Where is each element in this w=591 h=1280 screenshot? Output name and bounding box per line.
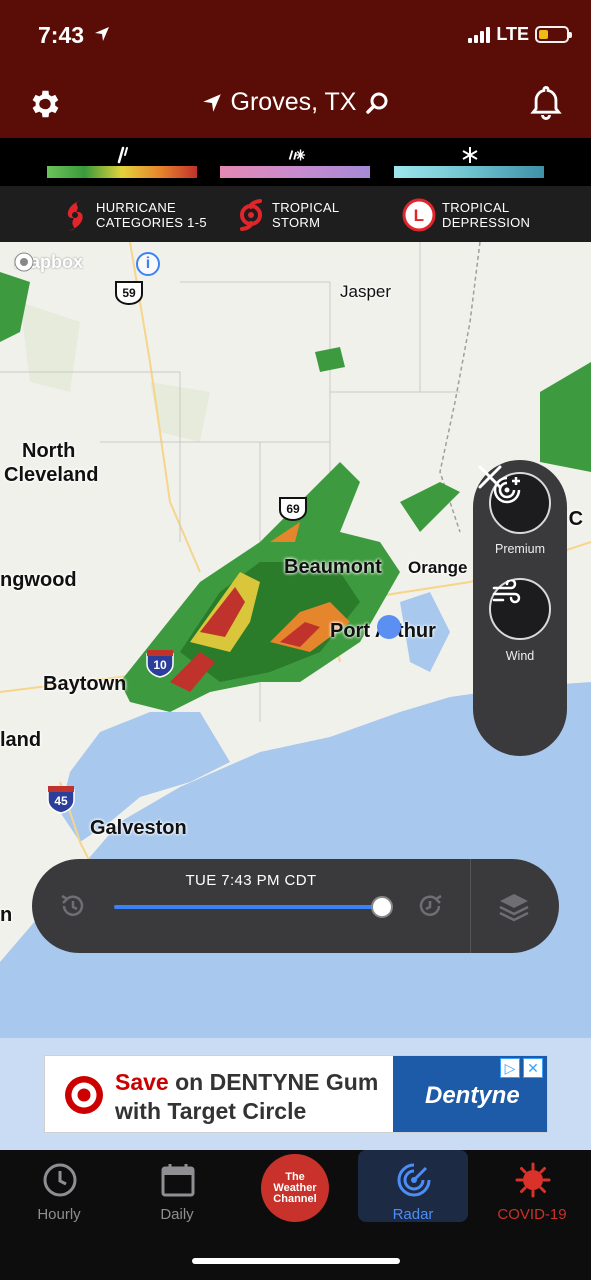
city-beaumont: Beaumont (284, 556, 382, 578)
city-kingwood: ngwood (0, 569, 77, 591)
weather-channel-logo[interactable]: The Weather Channel (261, 1154, 329, 1222)
mapbox-mark-icon (14, 252, 34, 272)
search-icon[interactable] (365, 91, 389, 115)
ad-banner[interactable]: Save on DENTYNE Gum with Target Circle D… (44, 1055, 548, 1133)
hurricane-icon (67, 200, 83, 231)
snow-scale-bar (394, 166, 544, 178)
calendar-icon (161, 1164, 195, 1197)
tropical-depression-icon: L (402, 198, 436, 232)
svg-text:59: 59 (122, 286, 136, 300)
i-45-shield: 45 (47, 786, 75, 814)
wind-icon (492, 580, 521, 604)
legend-tropical-depression: L TROPICAL DEPRESSION (402, 198, 530, 232)
us-59-shield: 59 (115, 281, 143, 306)
location-services-icon (95, 27, 109, 41)
cell-signal-icon (468, 26, 491, 43)
ad-choices-icon[interactable]: ▷ (500, 1058, 520, 1078)
history-back-icon[interactable] (58, 891, 88, 921)
virus-icon (515, 1162, 551, 1198)
timeline-divider (470, 859, 471, 953)
premium-label: Premium (494, 542, 545, 556)
city-baytown: Baytown (43, 673, 127, 695)
battery-icon (535, 26, 572, 43)
current-location-marker (377, 615, 401, 639)
tab-radar[interactable]: Radar (358, 1150, 468, 1223)
tab-covid[interactable]: COVID-19 (477, 1150, 587, 1223)
city-jasper: Jasper (340, 282, 392, 301)
status-indicators: LTE (468, 24, 572, 45)
storm-legend: HURRICANE CATEGORIES 1-5 TROPICAL STORM L … (0, 186, 591, 242)
rain-scale-bar (47, 166, 197, 178)
snow-icon (462, 147, 478, 163)
app-header: 7:43 LTE Groves, TX (0, 0, 591, 138)
location-arrow-icon (202, 93, 221, 112)
status-time: 7:43 (38, 22, 85, 48)
legend-tropical-storm: TROPICAL STORM (236, 198, 339, 232)
tab-daily[interactable]: Daily (122, 1150, 232, 1223)
tab-bar: Hourly Daily The Weather Channel Radar COV… (0, 1150, 591, 1280)
wind-label: Wind (505, 649, 535, 663)
bell-icon[interactable] (529, 84, 563, 122)
network-type: LTE (496, 24, 529, 44)
layers-icon[interactable] (496, 889, 532, 925)
mix-icon (288, 149, 306, 161)
location-name: Groves, TX (230, 88, 357, 116)
radar-icon (397, 1163, 431, 1197)
svg-text:45: 45 (54, 794, 68, 808)
city-galveston: Galveston (90, 817, 187, 839)
city-orange: Orange (408, 558, 468, 577)
city-north-cleveland-line2: Cleveland (4, 464, 99, 486)
radar-timeline: TUE 7:43 PM CDT (32, 859, 559, 953)
target-logo-icon (65, 1076, 103, 1114)
timeline-timestamp: TUE 7:43 PM CDT (185, 872, 317, 889)
us-69-shield: 69 (279, 497, 307, 522)
timeline-track[interactable] (114, 905, 382, 909)
rain-icon (117, 146, 128, 164)
home-indicator[interactable] (192, 1258, 400, 1264)
forecast-forward-icon[interactable] (415, 891, 445, 921)
svg-text:L: L (414, 206, 425, 225)
info-icon[interactable]: i (136, 252, 160, 276)
timeline-thumb[interactable] (371, 896, 393, 918)
map-layer-panel: Premium Wind (473, 460, 567, 756)
ad-banner-area: Save on DENTYNE Gum with Target Circle D… (0, 1038, 591, 1150)
city-highlands: land (0, 729, 42, 751)
city-north-cleveland-line1: North (22, 440, 76, 462)
svg-text:69: 69 (286, 502, 300, 516)
clock-icon (43, 1163, 77, 1197)
ad-close-icon[interactable]: ✕ (523, 1058, 543, 1078)
tropical-storm-icon (240, 199, 262, 231)
ad-brand-name: Dentyne (425, 1082, 520, 1109)
city-partial-left: n (0, 904, 13, 926)
mapbox-logo: mapbox (14, 252, 84, 272)
close-icon[interactable] (473, 460, 507, 494)
ad-choices[interactable]: ▷ ✕ (500, 1058, 543, 1078)
ad-headline: Save on DENTYNE Gum with Target Circle (115, 1069, 379, 1124)
i-10-shield: 10 (146, 650, 174, 678)
wind-layer-button[interactable] (489, 578, 551, 640)
legend-hurricane: HURRICANE CATEGORIES 1-5 (60, 198, 207, 232)
mix-scale-bar (220, 166, 370, 178)
tab-hourly[interactable]: Hourly (4, 1150, 114, 1223)
location-selector[interactable]: Groves, TX (0, 88, 591, 117)
svg-text:10: 10 (153, 658, 167, 672)
